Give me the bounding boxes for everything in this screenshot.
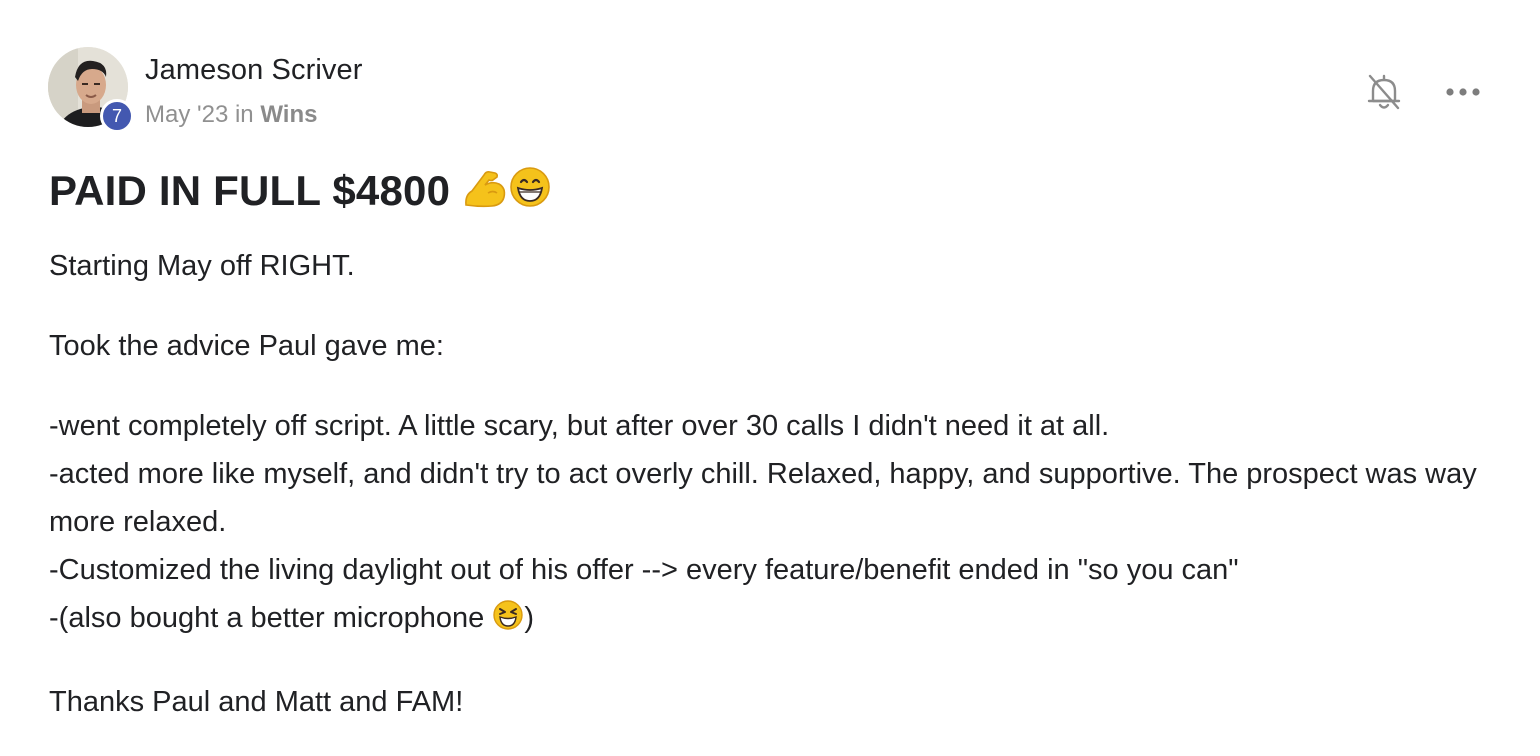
author-name[interactable]: Jameson Scriver	[145, 54, 362, 87]
bell-off-button[interactable]	[1364, 70, 1404, 114]
post-card: 7 Jameson Scriver May '23 in Wins PAID I…	[0, 0, 1540, 756]
post-intro: Starting May off RIGHT.	[49, 250, 355, 282]
advice-list: -went completely off script. A little sc…	[49, 402, 1489, 646]
post-meta: May '23 in Wins	[145, 101, 317, 129]
bell-off-icon	[1367, 74, 1401, 110]
category-link[interactable]: Wins	[260, 101, 317, 128]
advice-line-4: -(also bought a better microphone )	[49, 594, 1489, 646]
more-options-button[interactable]	[1442, 78, 1484, 106]
advice-line-4-text: -(also bought a better microphone	[49, 602, 493, 634]
post-advice-intro: Took the advice Paul gave me:	[49, 330, 444, 362]
squinting-face-emoji	[492, 598, 524, 646]
advice-line-2: -acted more like myself, and didn't try …	[49, 458, 1477, 538]
post-body: Starting May off RIGHT. Took the advice …	[49, 242, 1489, 756]
flexed-biceps-emoji	[462, 165, 508, 219]
grinning-face-emoji	[508, 165, 552, 219]
post-date[interactable]: May '23	[145, 101, 228, 128]
post-title: PAID IN FULL $4800	[49, 165, 552, 219]
level-badge: 7	[100, 99, 134, 133]
advice-line-1: -went completely off script. A little sc…	[49, 410, 1110, 442]
author-avatar[interactable]: 7	[48, 47, 134, 133]
advice-line-3: -Customized the living daylight out of h…	[49, 554, 1239, 586]
meta-in-word: in	[234, 101, 254, 128]
post-thanks: Thanks Paul and Matt and FAM!	[49, 686, 464, 718]
advice-line-4-close: )	[524, 602, 534, 634]
more-horizontal-icon	[1446, 88, 1480, 96]
post-title-text: PAID IN FULL $4800	[49, 167, 451, 214]
